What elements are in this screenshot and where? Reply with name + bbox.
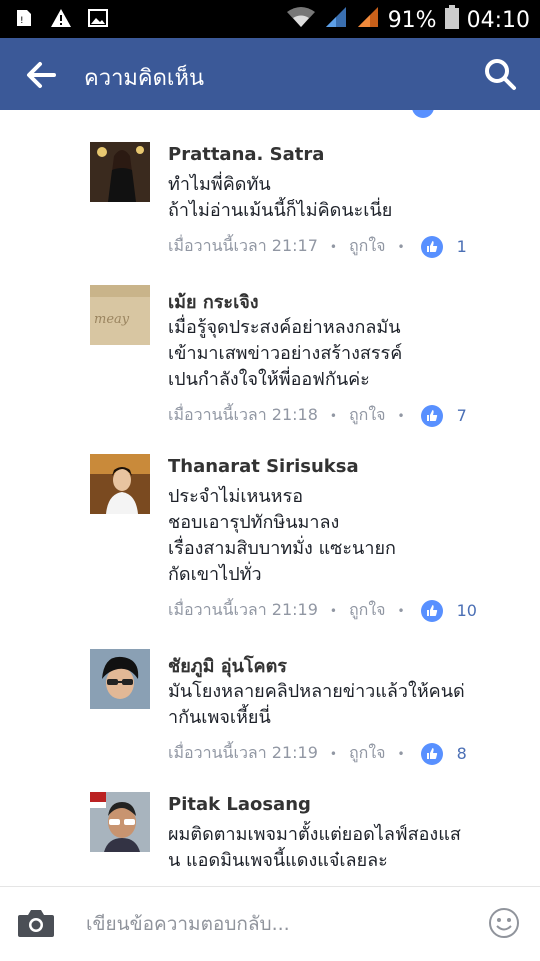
comment-line: มันโยงหลายคลิปหลายข่าวแล้วให้คนด่ — [168, 681, 465, 702]
thumbs-up-icon — [420, 404, 443, 427]
comment-meta: เมื่อวานนี้เวลา 21:17 • ถูกใจ • 1 — [168, 234, 467, 259]
svg-text:!: ! — [20, 16, 24, 26]
comment-line: ถ้าไม่อ่านเม้นนี้ก็ไม่คิดนะเนี่ย — [168, 200, 393, 221]
avatar[interactable] — [90, 454, 150, 514]
thumbs-up-icon — [420, 599, 443, 622]
comment-text: ทำไมพี่คิดทัน ถ้าไม่อ่านเม้นนี้ก็ไม่คิดน… — [168, 172, 513, 224]
svg-text:meay: meay — [94, 312, 130, 327]
comment-line: ากันเพจเหี้ยนี่ — [168, 707, 271, 728]
avatar[interactable] — [90, 142, 150, 202]
avatar[interactable] — [90, 649, 150, 709]
search-icon[interactable] — [482, 56, 518, 92]
like-count: 1 — [456, 237, 467, 256]
like-button[interactable]: ถูกใจ — [349, 598, 386, 623]
comment-line: ผมติดตามเพจมาตั้งแต่ยอดไลฟ์สองแส — [168, 824, 461, 845]
comment-timestamp: เมื่อวานนี้เวลา 21:19 — [168, 743, 318, 762]
reply-input[interactable] — [84, 907, 468, 941]
page-title: ความคิดเห็น — [84, 66, 204, 91]
commenter-name[interactable]: เม้ย กระเจิง — [168, 287, 259, 316]
clock: 04:10 — [466, 7, 530, 33]
image-notification-icon — [88, 9, 108, 31]
wifi-icon — [286, 5, 316, 35]
comment-line: เข้ามาเสพข่าวอย่างสร้างสรรค์ — [168, 343, 403, 364]
status-bar: ! 91% 04:10 — [0, 0, 540, 38]
like-count: 10 — [456, 601, 477, 620]
signal-strength-icon — [324, 5, 348, 35]
app-bar: ความคิดเห็น — [0, 38, 540, 110]
comment-text: มันโยงหลายคลิปหลายข่าวแล้วให้คนด่ ากันเพ… — [168, 679, 513, 731]
thumbs-up-icon — [412, 110, 434, 118]
camera-icon[interactable] — [16, 907, 56, 939]
comment-list[interactable]: Prattana. Satra ทำไมพี่คิดทัน ถ้าไม่อ่าน… — [0, 110, 540, 886]
thumbs-up-icon — [420, 742, 443, 765]
like-button[interactable]: ถูกใจ — [349, 234, 386, 259]
signal-strength-2-icon — [356, 5, 380, 35]
battery-icon — [444, 5, 459, 35]
commenter-name[interactable]: Pitak Laosang — [168, 794, 311, 815]
comment-text: เมื่อรู้จุดประสงค์อย่าหลงกลมัน เข้ามาเสพ… — [168, 315, 513, 393]
comment-line: เมื่อรู้จุดประสงค์อย่าหลงกลมัน — [168, 317, 401, 338]
avatar[interactable]: meay — [90, 285, 150, 345]
reply-composer — [0, 886, 540, 961]
comment-text: ผมติดตามเพจมาตั้งแต่ยอดไลฟ์สองแส น แอดมิ… — [168, 822, 513, 874]
like-button[interactable]: ถูกใจ — [349, 741, 386, 766]
commenter-name[interactable]: Thanarat Sirisuksa — [168, 456, 359, 477]
comment-line: ประจำไม่เหนหรอ — [168, 486, 303, 507]
comment-timestamp: เมื่อวานนี้เวลา 21:19 — [168, 600, 318, 619]
back-arrow-icon[interactable] — [24, 60, 58, 90]
comment-meta: เมื่อวานนี้เวลา 21:18 • ถูกใจ • 7 — [168, 403, 467, 428]
comment-line: เรื่องสามสิบบาทมั่ง แซะนายก — [168, 538, 396, 559]
sim-status-icon: ! — [14, 8, 34, 32]
comment-text: ประจำไม่เหนหรอ ชอบเอารุปทักษินมาลง เรื่อ… — [168, 484, 513, 588]
comment-timestamp: เมื่อวานนี้เวลา 21:18 — [168, 405, 318, 424]
like-button[interactable]: ถูกใจ — [349, 403, 386, 428]
like-count: 8 — [456, 744, 467, 763]
comment-meta: เมื่อวานนี้เวลา 21:19 • ถูกใจ • 10 — [168, 598, 477, 623]
battery-percent: 91% — [387, 7, 437, 33]
comment-line: ชอบเอารุปทักษินมาลง — [168, 512, 340, 533]
comment-meta: เมื่อวานนี้เวลา 21:19 • ถูกใจ • 8 — [168, 741, 467, 766]
comment-line: น แอดมินเพจนี้แดงแจ๋เลยละ — [168, 850, 388, 871]
commenter-name[interactable]: Prattana. Satra — [168, 144, 324, 165]
comment-line: กัดเขาไปทั่ว — [168, 564, 262, 585]
avatar[interactable] — [90, 792, 150, 852]
warning-icon — [50, 8, 72, 32]
smiley-icon[interactable] — [488, 907, 520, 939]
comment-line: ทำไมพี่คิดทัน — [168, 174, 271, 195]
thumbs-up-icon — [420, 235, 443, 258]
like-count: 7 — [456, 406, 467, 425]
commenter-name[interactable]: ชัยภูมิ อุ่นโคตร — [168, 651, 287, 680]
comment-timestamp: เมื่อวานนี้เวลา 21:17 — [168, 236, 318, 255]
comment-line: เปนกำลังใจให้พี่ออฟกันค่ะ — [168, 369, 370, 390]
